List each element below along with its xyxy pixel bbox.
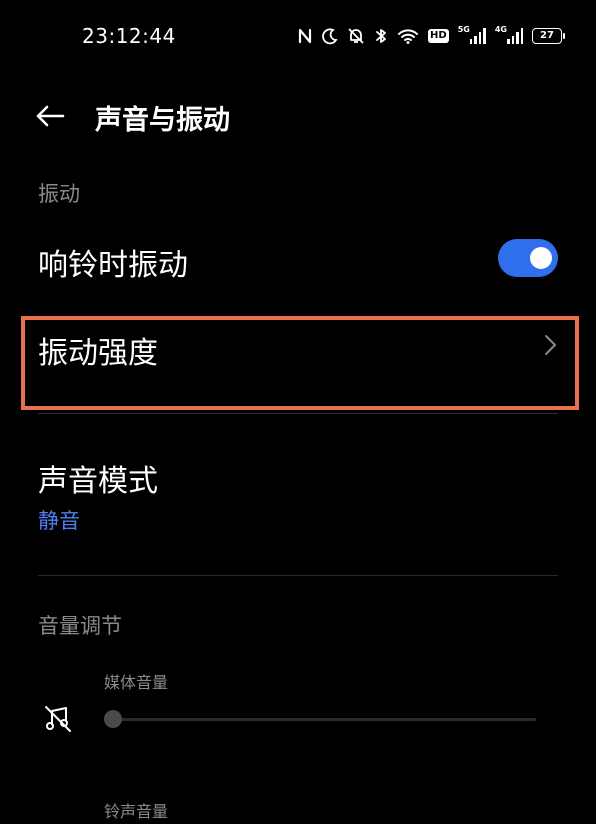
divider — [38, 413, 558, 414]
status-time: 23:12:44 — [82, 24, 176, 48]
nfc-icon — [297, 24, 313, 48]
section-label-vibration: 振动 — [38, 182, 80, 206]
status-icons: HD 5G 4G 27 — [297, 24, 565, 48]
bell-off-icon — [347, 24, 365, 48]
status-bar: 23:12:44 HD 5G 4G 27 — [0, 0, 596, 72]
arrow-left-icon — [36, 105, 65, 127]
ring-vibrate-label: 响铃时振动 — [38, 248, 188, 283]
vibration-strength-label: 振动强度 — [38, 336, 158, 371]
music-muted-icon[interactable] — [42, 703, 74, 735]
toggle-knob — [530, 247, 552, 269]
net-label-4g: 4G — [494, 25, 507, 34]
signal-5g-icon: 5G — [458, 24, 486, 48]
sound-mode-label: 声音模式 — [38, 464, 158, 499]
chevron-right-icon — [545, 335, 556, 355]
hd-badge: HD — [428, 29, 449, 43]
page-header: 声音与振动 — [0, 90, 596, 140]
media-volume-label: 媒体音量 — [104, 673, 169, 692]
ring-vibrate-toggle[interactable] — [498, 239, 558, 277]
ringtone-volume-label: 铃声音量 — [104, 802, 169, 821]
moon-icon — [322, 24, 338, 48]
net-label-5g: 5G — [457, 25, 470, 34]
signal-4g-icon: 4G — [495, 24, 523, 48]
section-label-volume: 音量调节 — [38, 614, 122, 638]
battery-icon: 27 — [532, 24, 565, 48]
hd-icon: HD — [428, 24, 449, 48]
divider — [38, 575, 558, 576]
media-volume-slider-thumb[interactable] — [104, 710, 122, 728]
battery-level: 27 — [532, 28, 565, 44]
sound-mode-value: 静音 — [38, 509, 80, 533]
back-button[interactable] — [34, 100, 66, 132]
bluetooth-icon — [374, 24, 388, 48]
wifi-icon — [397, 24, 419, 48]
media-volume-slider-track[interactable] — [110, 718, 536, 721]
page-title: 声音与振动 — [95, 105, 230, 136]
